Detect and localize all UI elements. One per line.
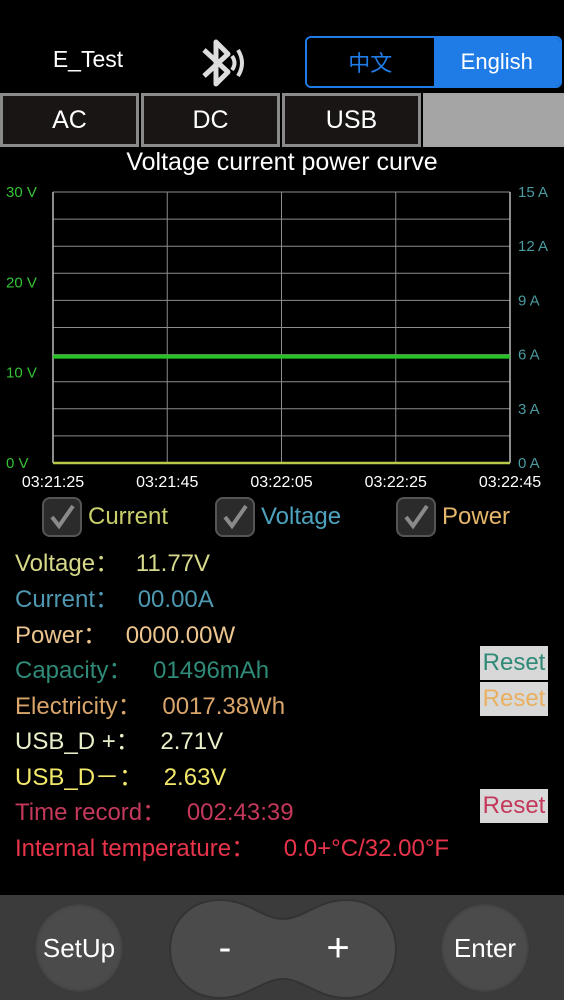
setup-button[interactable]: SetUp (34, 903, 124, 993)
minus-button[interactable]: - (180, 903, 270, 993)
y-right-tick-label: 6 A (518, 347, 540, 364)
checkmark-icon (396, 497, 436, 537)
y-left-tick-label: 0 V (6, 455, 29, 472)
usb-dplus-value: 2.71V (160, 728, 224, 755)
voltage-reading: Voltage： 11.77V (15, 543, 210, 578)
y-right-tick-label: 3 A (518, 401, 540, 418)
checkbox-voltage[interactable]: Voltage (215, 497, 341, 537)
language-switch: 中文 English (305, 36, 562, 88)
checkbox-current[interactable]: Current (42, 497, 168, 537)
usb-dplus-reading: USB_D +： 2.71V (15, 721, 223, 756)
internal-temp-value: 0.0+°C/32.00°F (283, 835, 450, 862)
power-label: Power： (15, 622, 108, 649)
lang-chinese-button[interactable]: 中文 (307, 38, 434, 86)
usb-dminus-reading: USB_D－： 2.63V (15, 757, 226, 792)
x-tick-label: 03:21:25 (22, 474, 84, 491)
electricity-reading: Electricity： 0017.38Wh (15, 686, 285, 721)
y-left-tick-label: 10 V (6, 365, 37, 382)
bluetooth-icon[interactable] (190, 34, 250, 92)
y-right-tick-label: 12 A (518, 238, 548, 255)
usb-dplus-label: USB_D +： (15, 728, 140, 755)
power-reading: Power： 0000.00W (15, 615, 235, 650)
y-left-tick-label: 30 V (6, 184, 37, 201)
y-left-tick-label: 20 V (6, 274, 37, 291)
time-record-value: 002:43:39 (186, 799, 294, 826)
x-tick-label: 03:22:45 (479, 474, 541, 491)
checkbox-voltage-label: Voltage (261, 503, 342, 530)
tab-ac[interactable]: AC (0, 93, 139, 147)
capacity-label: Capacity： (15, 657, 133, 684)
chart-title: Voltage current power curve (126, 148, 438, 176)
voltage-label: Voltage： (15, 550, 120, 577)
mode-tabs: AC DC USB (0, 93, 564, 147)
usb-dminus-label: USB_D－： (15, 764, 144, 791)
y-right-tick-label: 0 A (518, 455, 540, 472)
reset-time-button[interactable]: Reset (480, 789, 548, 823)
checkmark-icon (215, 497, 255, 537)
tab-bar-filler (423, 93, 564, 147)
lang-english-button[interactable]: English (433, 38, 560, 86)
control-bar: SetUp - + Enter (0, 895, 564, 1000)
app-title: E_Test (52, 46, 124, 72)
internal-temp-label: Internal temperature： (15, 835, 256, 862)
x-tick-label: 03:22:05 (250, 474, 312, 491)
usb-dminus-value: 2.63V (163, 764, 227, 791)
reset-electricity-button[interactable]: Reset (480, 682, 548, 716)
enter-button[interactable]: Enter (440, 903, 530, 993)
time-record-reading: Time record： 002:43:39 (15, 792, 294, 827)
y-right-tick-label: 15 A (518, 184, 548, 201)
time-record-label: Time record： (15, 799, 167, 826)
current-value: 00.00A (137, 586, 214, 613)
tab-dc[interactable]: DC (141, 93, 280, 147)
voltage-current-chart: 0 V 10 V 20 V 30 V 0 A 3 A 6 A 9 A 12 A 15 A 03:21… (6, 184, 548, 491)
checkbox-current-label: Current (88, 503, 169, 530)
current-label: Current： (15, 586, 120, 613)
power-value: 0000.00W (125, 622, 236, 649)
current-reading: Current： 00.00A (15, 579, 214, 614)
x-tick-label: 03:21:45 (136, 474, 198, 491)
electricity-value: 0017.38Wh (162, 693, 286, 720)
electricity-label: Electricity： (15, 693, 142, 720)
reset-capacity-button[interactable]: Reset (480, 646, 548, 680)
checkbox-power-label: Power (442, 503, 511, 530)
internal-temp-reading: Internal temperature： 0.0+°C/32.00°F (15, 828, 449, 863)
checkmark-icon (42, 497, 82, 537)
voltage-value: 11.77V (135, 550, 211, 577)
y-right-tick-label: 9 A (518, 292, 540, 309)
plus-button[interactable]: + (293, 903, 383, 993)
checkbox-power[interactable]: Power (396, 497, 510, 537)
capacity-reading: Capacity： 01496mAh (15, 650, 269, 685)
x-tick-label: 03:22:25 (365, 474, 427, 491)
tab-usb[interactable]: USB (282, 93, 421, 147)
capacity-value: 01496mAh (153, 657, 270, 684)
